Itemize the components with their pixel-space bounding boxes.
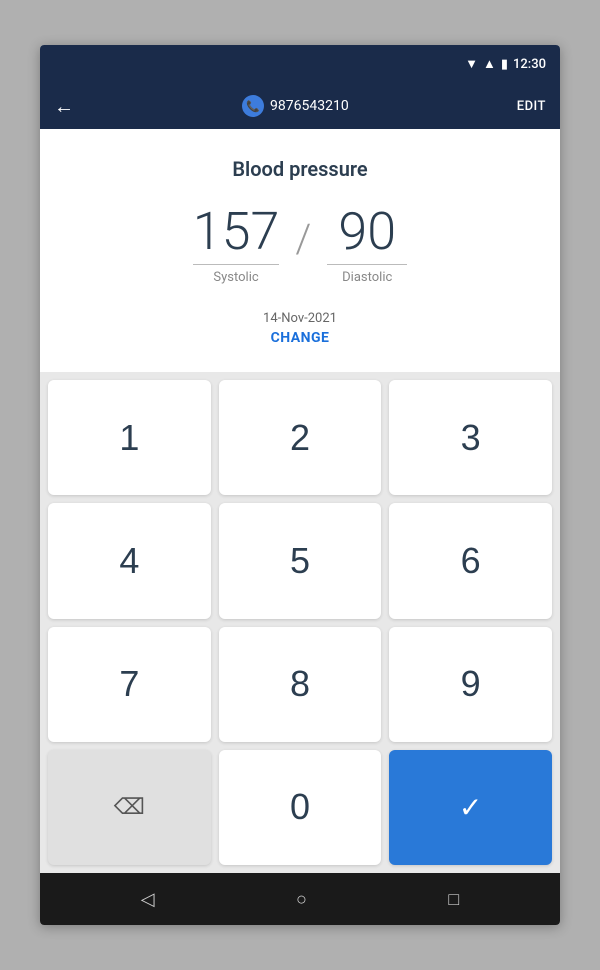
diastolic-group: 90 Diastolic bbox=[327, 201, 407, 285]
edit-button[interactable]: EDIT bbox=[517, 99, 546, 114]
status-time: 12:30 bbox=[513, 57, 546, 72]
phone-icon: 📞 bbox=[242, 95, 264, 117]
nav-home-icon[interactable]: ○ bbox=[296, 889, 307, 910]
key-8[interactable]: 8 bbox=[219, 627, 382, 742]
phone-number: 9876543210 bbox=[270, 98, 349, 114]
nav-recent-icon[interactable]: □ bbox=[448, 889, 459, 910]
systolic-group: 157 Systolic bbox=[193, 201, 280, 285]
keypad: 1 2 3 4 5 6 7 8 9 ⌫ 0 ✓ bbox=[40, 372, 560, 873]
diastolic-value: 90 bbox=[327, 201, 407, 265]
systolic-value: 157 bbox=[193, 201, 280, 265]
nav-bar: ◁ ○ □ bbox=[40, 873, 560, 925]
top-bar: ← 📞 9876543210 EDIT bbox=[40, 83, 560, 129]
key-6[interactable]: 6 bbox=[389, 503, 552, 618]
card-title: Blood pressure bbox=[232, 157, 367, 181]
phone-frame: ▼ ▲ ▮ 12:30 ← 📞 9876543210 EDIT Blood pr… bbox=[0, 0, 600, 970]
key-0[interactable]: 0 bbox=[219, 750, 382, 865]
confirm-button[interactable]: ✓ bbox=[389, 750, 552, 865]
systolic-label: Systolic bbox=[213, 270, 258, 285]
key-4[interactable]: 4 bbox=[48, 503, 211, 618]
change-button[interactable]: CHANGE bbox=[271, 330, 330, 346]
backspace-button[interactable]: ⌫ bbox=[48, 750, 211, 865]
date-text: 14-Nov-2021 bbox=[263, 311, 337, 326]
nav-back-icon[interactable]: ◁ bbox=[141, 889, 155, 910]
key-1[interactable]: 1 bbox=[48, 380, 211, 495]
key-9[interactable]: 9 bbox=[389, 627, 552, 742]
back-button[interactable]: ← bbox=[54, 94, 74, 119]
header-center: 📞 9876543210 bbox=[242, 95, 349, 117]
status-icons: ▼ ▲ ▮ 12:30 bbox=[465, 56, 546, 72]
key-7[interactable]: 7 bbox=[48, 627, 211, 742]
signal-icon: ▲ bbox=[483, 56, 496, 72]
main-card: Blood pressure 157 Systolic / 90 Diastol… bbox=[40, 129, 560, 372]
wifi-icon: ▼ bbox=[465, 56, 478, 72]
key-3[interactable]: 3 bbox=[389, 380, 552, 495]
bp-display: 157 Systolic / 90 Diastolic bbox=[193, 201, 407, 285]
battery-icon: ▮ bbox=[501, 57, 508, 72]
diastolic-label: Diastolic bbox=[342, 270, 392, 285]
bp-separator: / bbox=[295, 215, 311, 262]
phone-screen: ▼ ▲ ▮ 12:30 ← 📞 9876543210 EDIT Blood pr… bbox=[40, 45, 560, 925]
key-2[interactable]: 2 bbox=[219, 380, 382, 495]
status-bar: ▼ ▲ ▮ 12:30 bbox=[40, 45, 560, 83]
key-5[interactable]: 5 bbox=[219, 503, 382, 618]
